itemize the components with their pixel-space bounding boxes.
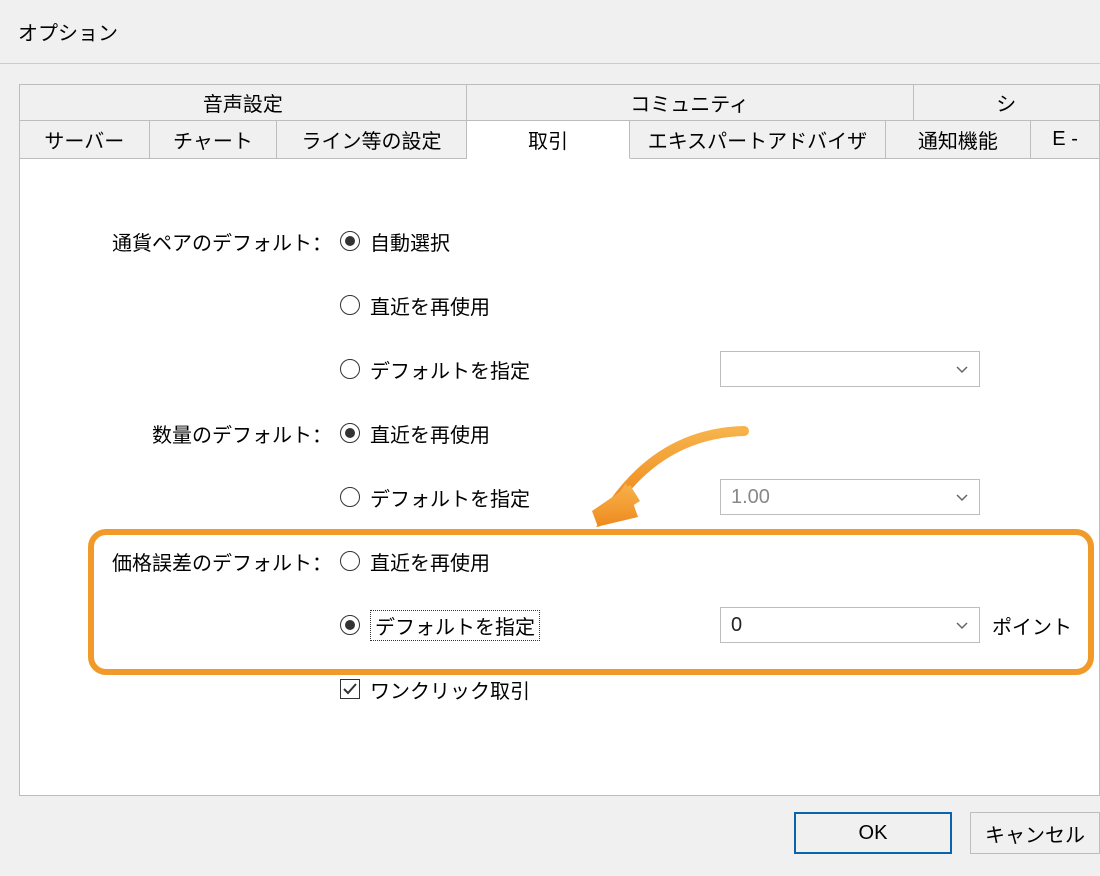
chevron-down-icon xyxy=(955,490,969,504)
tab-panel: 音声設定 コミュニティ シ サーバー チャート ライン等の設定 取引 エキスパー… xyxy=(19,84,1100,796)
chevron-down-icon xyxy=(955,618,969,632)
radio-quantity-reuse[interactable] xyxy=(340,423,360,443)
checkbox-label-oneclick-trade[interactable]: ワンクリック取引 xyxy=(370,675,530,704)
combo-quantity-value: 1.00 xyxy=(731,486,770,509)
ok-button[interactable]: OK xyxy=(794,812,952,854)
radio-currency-auto[interactable] xyxy=(340,231,360,251)
dialog-button-bar: OK キャンセル xyxy=(794,812,1100,862)
combo-currency-default[interactable] xyxy=(720,351,980,387)
radio-label-quantity-reuse[interactable]: 直近を再使用 xyxy=(370,419,490,448)
combo-quantity-default[interactable]: 1.00 xyxy=(720,479,980,515)
label-points-unit: ポイント xyxy=(992,611,1072,640)
tab-chart[interactable]: チャート xyxy=(150,121,278,159)
tab-expert-advisor[interactable]: エキスパートアドバイザ xyxy=(630,121,885,159)
radio-deviation-reuse[interactable] xyxy=(340,551,360,571)
radio-currency-specify[interactable] xyxy=(340,359,360,379)
label-price-deviation-default: 価格誤差のデフォルト： xyxy=(20,547,340,576)
window-title: オプション xyxy=(0,0,1100,64)
radio-deviation-specify[interactable] xyxy=(340,615,360,635)
tab-truncated-2[interactable]: E - xyxy=(1031,121,1099,159)
tab-truncated-1[interactable]: シ xyxy=(914,85,1099,121)
radio-currency-reuse[interactable] xyxy=(340,295,360,315)
radio-label-currency-auto[interactable]: 自動選択 xyxy=(370,227,450,256)
combo-deviation-value: 0 xyxy=(731,614,742,637)
tab-audio[interactable]: 音声設定 xyxy=(20,85,467,121)
tab-server[interactable]: サーバー xyxy=(20,121,150,159)
radio-label-quantity-specify[interactable]: デフォルトを指定 xyxy=(370,483,530,512)
tabs-row-lower: サーバー チャート ライン等の設定 取引 エキスパートアドバイザ 通知機能 E … xyxy=(20,121,1099,159)
cancel-button[interactable]: キャンセル xyxy=(970,812,1100,854)
radio-quantity-specify[interactable] xyxy=(340,487,360,507)
label-currency-pair-default: 通貨ペアのデフォルト： xyxy=(20,227,340,256)
radio-label-deviation-reuse[interactable]: 直近を再使用 xyxy=(370,547,490,576)
checkbox-oneclick-trade[interactable] xyxy=(340,679,360,699)
radio-label-currency-specify[interactable]: デフォルトを指定 xyxy=(370,355,530,384)
chevron-down-icon xyxy=(955,362,969,376)
tab-content-trade: 通貨ペアのデフォルト： 自動選択 直近を再使用 xyxy=(20,159,1099,795)
tab-community[interactable]: コミュニティ xyxy=(467,85,914,121)
radio-label-currency-reuse[interactable]: 直近を再使用 xyxy=(370,291,490,320)
tab-notifications[interactable]: 通知機能 xyxy=(886,121,1032,159)
tabs-row-upper: 音声設定 コミュニティ シ xyxy=(20,85,1099,121)
combo-deviation-default[interactable]: 0 xyxy=(720,607,980,643)
tab-line-settings[interactable]: ライン等の設定 xyxy=(277,121,466,159)
radio-label-deviation-specify[interactable]: デフォルトを指定 xyxy=(370,610,540,641)
tab-trade[interactable]: 取引 xyxy=(467,121,631,159)
label-quantity-default: 数量のデフォルト： xyxy=(20,419,340,448)
